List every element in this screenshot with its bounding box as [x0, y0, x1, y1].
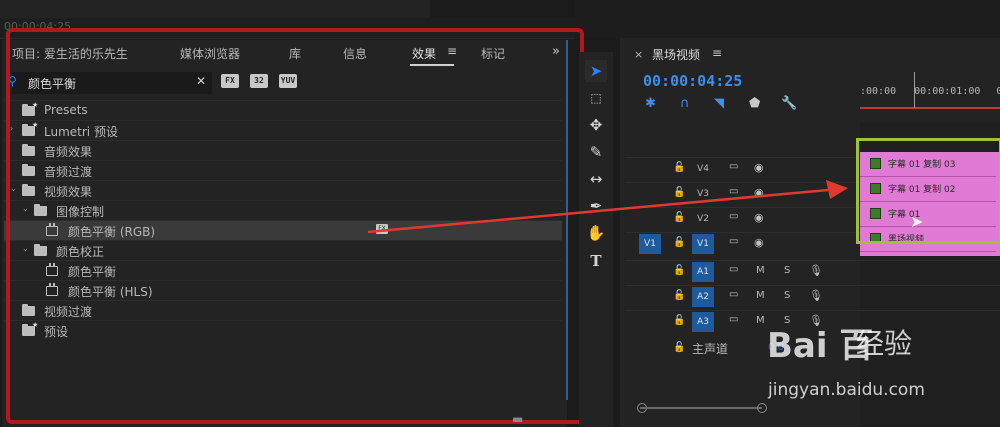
sync-lock-icon[interactable]: ▭	[729, 211, 738, 222]
watermark-url: jingyan.baidu.com	[768, 380, 925, 400]
ripple-edit-icon[interactable]: ✥	[583, 114, 609, 136]
track-target-v4[interactable]: V4	[692, 159, 714, 179]
ruler-label: 00	[996, 86, 1000, 97]
razor-icon[interactable]: ✎	[583, 141, 609, 163]
sync-lock-icon[interactable]: ▭	[729, 161, 738, 172]
mute-button[interactable]: M	[756, 315, 765, 326]
eye-icon[interactable]: ◉	[754, 236, 764, 249]
ruler-label: 00:00:01:00	[914, 86, 981, 97]
track-target-a3[interactable]: A3	[692, 312, 714, 332]
wrench-icon[interactable]: 🔧	[781, 96, 797, 111]
track-target-v1[interactable]: V1	[692, 234, 714, 254]
mute-button[interactable]: M	[756, 290, 765, 301]
nest-icon[interactable]: ✱	[645, 96, 656, 111]
mouse-cursor-icon: ➤	[910, 212, 924, 231]
sync-lock-icon[interactable]: ▭	[729, 236, 738, 247]
time-ruler[interactable]	[860, 78, 1000, 122]
track-target-a2[interactable]: A2	[692, 287, 714, 307]
type-icon[interactable]: T	[583, 250, 609, 272]
hand-icon[interactable]: ✋	[583, 222, 609, 244]
lock-icon[interactable]: 🔓	[673, 162, 685, 173]
lock-icon[interactable]: 🔓	[673, 342, 685, 353]
top-right-strip	[575, 0, 1000, 38]
work-area-bar	[860, 107, 1000, 109]
mute-button[interactable]: M	[756, 265, 765, 276]
lock-icon[interactable]: 🔓	[673, 237, 685, 248]
snap-icon[interactable]: ∩	[680, 96, 690, 111]
eye-icon[interactable]: ◉	[754, 161, 764, 174]
eye-icon[interactable]: ◉	[754, 211, 764, 224]
slip-icon[interactable]: ↔	[583, 168, 609, 190]
sync-lock-icon[interactable]: ▭	[729, 264, 738, 275]
pen-icon[interactable]: ✒	[583, 195, 609, 217]
lock-icon[interactable]: 🔓	[673, 315, 685, 326]
mic-icon[interactable]: 🎙	[809, 289, 823, 302]
red-annotation-frame	[6, 28, 584, 424]
lock-icon[interactable]: 🔓	[673, 187, 685, 198]
solo-button[interactable]: S	[784, 290, 790, 301]
panel-focus-border	[566, 40, 568, 400]
sync-lock-icon[interactable]: ▭	[729, 186, 738, 197]
track-target-a1[interactable]: A1	[692, 262, 714, 282]
ruler-labels: :00:00 00:00:01:00 00	[860, 86, 1000, 97]
track-target-v3[interactable]: V3	[692, 184, 714, 204]
ruler-label: :00:00	[860, 86, 897, 97]
sync-lock-icon[interactable]: ▭	[729, 289, 738, 300]
scroll-knob-right[interactable]	[757, 403, 767, 413]
source-patch-v1[interactable]: V1	[639, 234, 661, 254]
lock-icon[interactable]: 🔓	[673, 265, 685, 276]
green-annotation-frame	[856, 138, 1000, 244]
mic-icon[interactable]: 🎙	[809, 264, 823, 277]
playhead[interactable]	[914, 72, 915, 108]
lock-icon[interactable]: 🔓	[673, 212, 685, 223]
select-arrow-icon[interactable]: ➤	[583, 60, 609, 82]
timeline-title[interactable]: 黑场视频	[652, 46, 700, 63]
trash-icon[interactable]: ▬	[512, 412, 523, 426]
close-tab-icon[interactable]: ×	[634, 48, 643, 61]
track-select-icon[interactable]: ⬚	[583, 87, 609, 109]
track-target-v2[interactable]: V2	[692, 209, 714, 229]
timeline-menu-icon[interactable]: ≡	[712, 46, 722, 60]
eye-icon[interactable]: ◉	[754, 186, 764, 199]
baidu-jingyan-text: 经验	[856, 327, 913, 360]
solo-button[interactable]: S	[784, 265, 790, 276]
program-monitor-strip	[0, 0, 430, 18]
master-track-label: 主声道	[692, 342, 729, 356]
linked-selection-icon[interactable]: ◥	[714, 96, 724, 111]
timeline-timecode[interactable]: 00:00:04:25	[643, 72, 742, 90]
lock-icon[interactable]: 🔓	[673, 290, 685, 301]
add-marker-icon[interactable]: ⬟	[749, 96, 760, 111]
sync-lock-icon[interactable]: ▭	[729, 314, 738, 325]
horizontal-scrollbar[interactable]	[640, 404, 762, 412]
